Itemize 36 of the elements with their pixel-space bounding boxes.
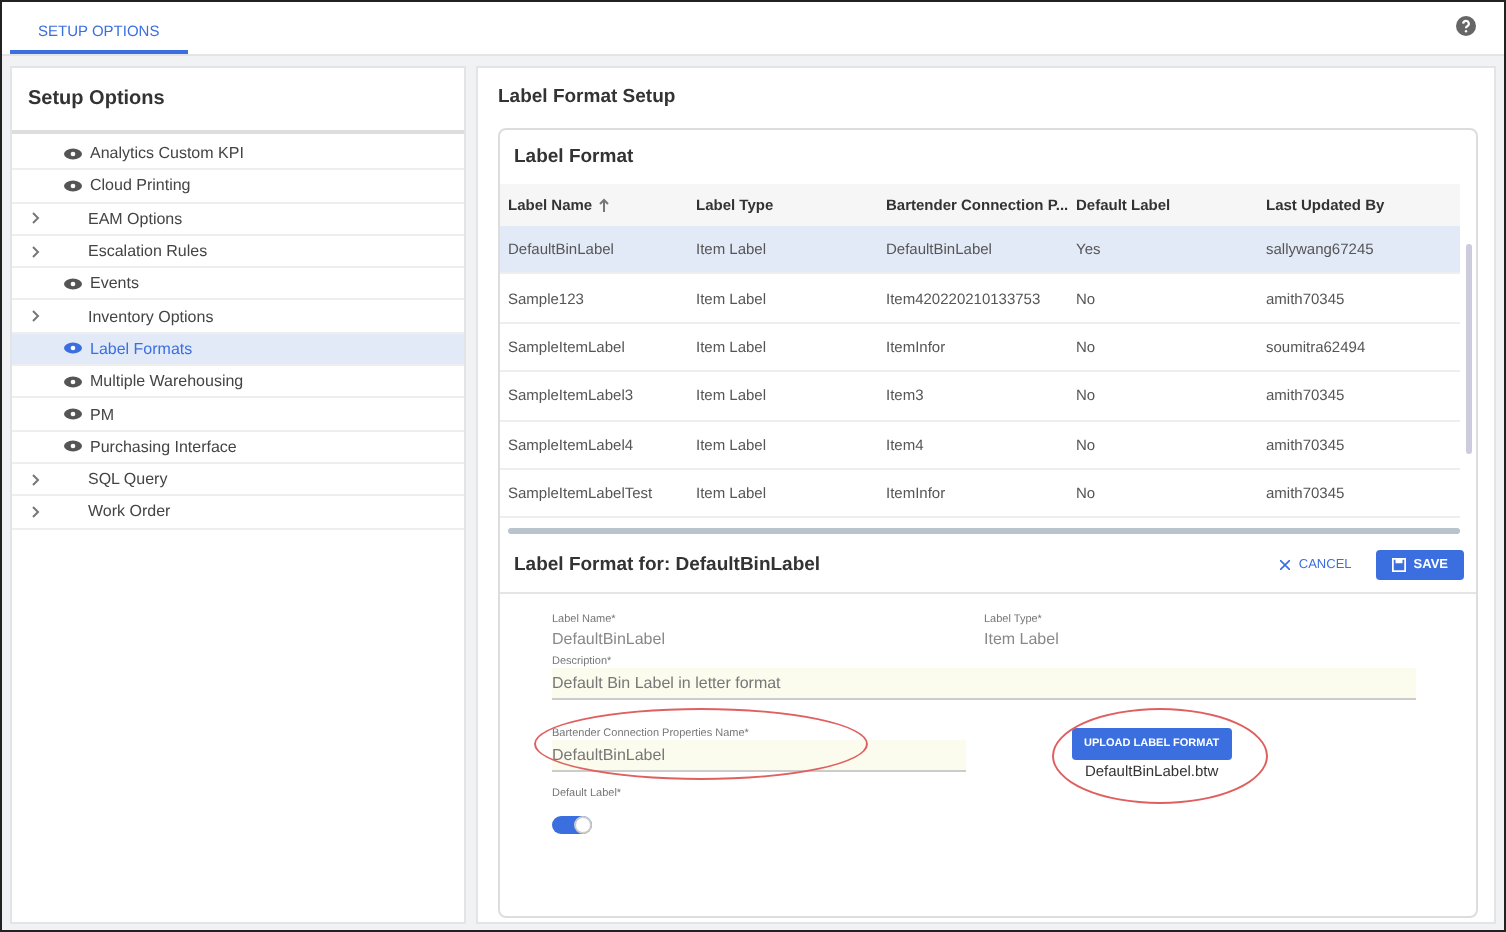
close-icon [1280, 560, 1291, 571]
eye-icon [64, 375, 82, 388]
sidebar-item[interactable]: SQL Query [12, 463, 464, 497]
chevron-icon [32, 310, 40, 323]
eye-icon [64, 342, 82, 355]
sidebar-item[interactable]: Label Formats [12, 333, 464, 367]
vertical-scrollbar[interactable] [1466, 244, 1472, 454]
chevron-icon [32, 212, 40, 225]
eye-icon [64, 147, 82, 160]
help-icon[interactable] [1456, 16, 1476, 36]
sidebar-item[interactable]: Purchasing Interface [12, 431, 464, 464]
sidebar-item[interactable]: Multiple Warehousing [12, 366, 464, 399]
sidebar-item[interactable]: Escalation Rules [12, 235, 464, 269]
detail-title: Label Format for: DefaultBinLabel [514, 554, 823, 577]
sidebar-item[interactable]: Events [12, 268, 464, 301]
sidebar-item[interactable]: Cloud Printing [12, 170, 464, 204]
table-title: Label Format [512, 144, 636, 172]
toggle-switch[interactable] [552, 816, 592, 835]
eye-icon [64, 408, 82, 421]
bartender-name-field[interactable]: DefaultBinLabel [552, 740, 966, 773]
chevron-icon [32, 505, 40, 518]
label-name-value: DefaultBinLabel [552, 630, 667, 649]
description-field[interactable]: Default Bin Label in letter format [552, 668, 1416, 701]
eye-icon [64, 179, 82, 192]
sidebar-title: Setup Options [12, 68, 464, 134]
eye-icon [64, 440, 82, 453]
chevron-icon [32, 473, 40, 486]
label-type-value: Item Label [984, 630, 1061, 649]
sidebar-item[interactable]: PM [12, 398, 464, 432]
sidebar-item[interactable]: Analytics Custom KPI [12, 138, 464, 171]
page-title: Label Format Setup [498, 84, 678, 112]
sidebar-item[interactable]: EAM Options [12, 203, 464, 236]
eye-icon [64, 277, 82, 290]
chevron-icon [32, 245, 40, 258]
sidebar-item[interactable]: Work Order [12, 496, 464, 530]
horizontal-scrollbar[interactable] [508, 528, 1460, 535]
